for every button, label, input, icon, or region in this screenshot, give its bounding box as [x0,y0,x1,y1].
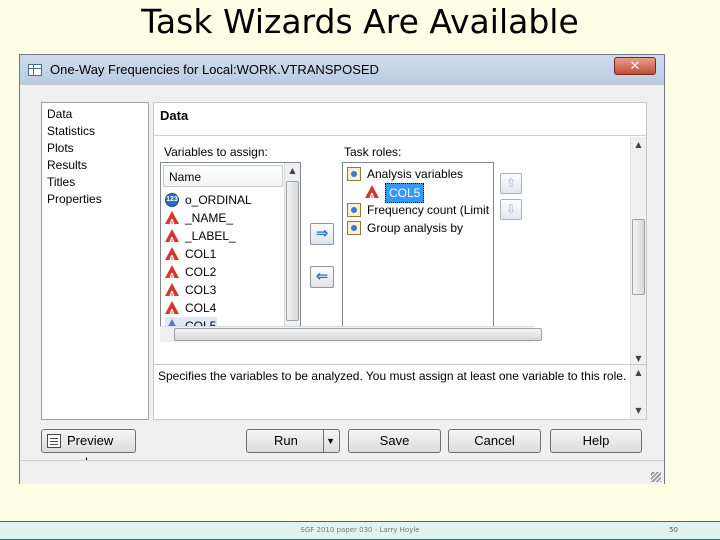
description-scrollbar[interactable]: ▲ ▼ [630,365,646,419]
variables-list[interactable]: Name 123 o_ORDINAL _NAME_ _LABEL_ COL1 [160,162,301,340]
nav-item-statistics[interactable]: Statistics [42,123,148,140]
nav-item-data[interactable]: Data [42,106,148,123]
panel-scrollbar[interactable]: ▲ ▼ [630,137,646,367]
preview-icon [47,434,61,448]
slide-title: Task Wizards Are Available [141,2,579,41]
move-up-button[interactable]: ⇧ [500,173,522,194]
name-column-header[interactable]: Name [163,165,283,187]
nav-item-plots[interactable]: Plots [42,140,148,157]
size-grip-icon[interactable] [651,472,661,482]
role-icon [347,221,361,235]
nav-pane: Data Statistics Plots Results Titles Pro… [41,102,149,420]
nav-item-properties[interactable]: Properties [42,191,148,208]
scroll-up-icon[interactable]: ▲ [631,137,646,152]
nav-item-titles[interactable]: Titles [42,174,148,191]
character-var-icon [165,247,179,268]
run-button[interactable]: Run ▼ [246,429,340,453]
description-text: Specifies the variables to be analyzed. … [158,369,627,383]
variables-label: Variables to assign: [164,145,268,159]
slide-footer: SGF 2010 paper 030 - Larry Hoyle 50 [0,521,720,540]
role-icon [347,167,361,181]
numeric-var-icon: 123 [165,193,179,207]
title-bar[interactable]: One-Way Frequencies for Local:WORK.VTRAN… [20,55,664,85]
page-title: Data [160,108,189,123]
cancel-button[interactable]: Cancel [448,429,541,453]
split-divider [323,430,324,452]
remove-button[interactable]: ⇐ [310,266,334,288]
help-button[interactable]: Help [550,429,642,453]
page-number: 50 [669,526,678,534]
scroll-down-icon[interactable]: ▼ [631,403,646,418]
variables-scrollbar[interactable]: ▲ [284,163,300,339]
horizontal-scroll-thumb[interactable] [174,328,542,341]
roles-label: Task roles: [344,145,402,159]
scroll-thumb[interactable] [286,181,299,321]
horizontal-scrollbar[interactable] [160,326,542,342]
role-icon [347,203,361,217]
character-var-icon [165,211,179,232]
status-bar [20,460,664,484]
close-icon[interactable]: ✕ [614,57,656,75]
scroll-up-icon[interactable]: ▲ [285,163,300,178]
character-var-icon [165,283,179,304]
save-button[interactable]: Save [348,429,441,453]
preview-code-button[interactable]: Preview code [41,429,136,470]
assign-button[interactable]: ⇒ [310,223,334,245]
dialog-body: Data Statistics Plots Results Titles Pro… [28,92,657,470]
window-icon [28,64,42,76]
window-title: One-Way Frequencies for Local:WORK.VTRAN… [50,62,379,77]
footer-text: SGF 2010 paper 030 - Larry Hoyle [300,526,420,534]
task-roles-list[interactable]: Analysis variables COL5 Frequency count … [342,162,494,340]
scroll-thumb[interactable] [632,219,645,295]
scroll-up-icon[interactable]: ▲ [631,365,646,380]
character-var-icon [165,301,179,322]
dropdown-icon[interactable]: ▼ [326,430,335,452]
character-var-icon [165,229,179,250]
move-down-button[interactable]: ⇩ [500,199,522,220]
character-var-icon [165,265,179,286]
dialog-window: One-Way Frequencies for Local:WORK.VTRAN… [19,54,665,484]
description-box: Specifies the variables to be analyzed. … [153,364,647,420]
nav-item-results[interactable]: Results [42,157,148,174]
character-var-icon [365,185,379,206]
divider [154,135,646,136]
